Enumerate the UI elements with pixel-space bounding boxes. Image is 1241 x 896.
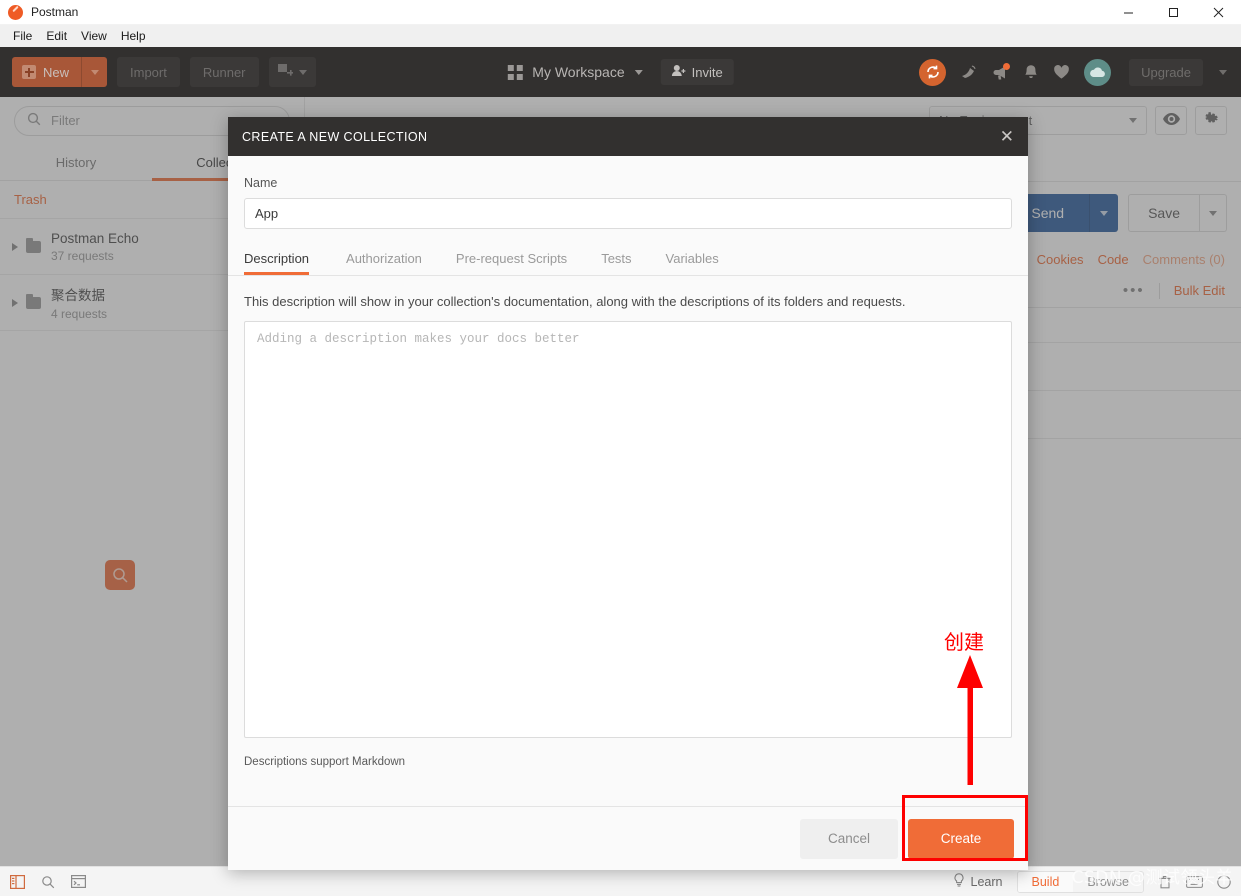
menu-help[interactable]: Help bbox=[114, 27, 153, 45]
new-window-icon bbox=[277, 63, 294, 81]
menu-view[interactable]: View bbox=[74, 27, 114, 45]
close-icon[interactable] bbox=[1196, 0, 1241, 25]
runner-button[interactable]: Runner bbox=[189, 57, 259, 87]
modal-tabs: Description Authorization Pre-request Sc… bbox=[244, 251, 1012, 275]
find-icon[interactable] bbox=[41, 875, 55, 889]
workspace-grid-icon bbox=[507, 64, 523, 80]
create-button[interactable]: Create bbox=[908, 818, 1014, 859]
bulb-icon bbox=[953, 872, 965, 891]
postman-logo-icon bbox=[8, 4, 23, 20]
maximize-icon[interactable] bbox=[1151, 0, 1196, 25]
modal-footer: Cancel Create bbox=[228, 806, 1028, 870]
cancel-button[interactable]: Cancel bbox=[800, 818, 898, 859]
invite-label: Invite bbox=[691, 64, 723, 80]
plus-icon bbox=[22, 65, 36, 79]
window-controls bbox=[1106, 0, 1241, 25]
window-title-bar: Postman bbox=[0, 0, 1241, 25]
heart-icon[interactable] bbox=[1053, 64, 1070, 80]
upgrade-button[interactable]: Upgrade bbox=[1129, 58, 1203, 86]
markdown-note: Descriptions support Markdown bbox=[244, 756, 406, 768]
console-icon[interactable] bbox=[71, 875, 86, 888]
collection-name-input[interactable] bbox=[244, 198, 1012, 229]
new-window-button[interactable] bbox=[268, 57, 316, 87]
watermark: CSDN @测试领头羊 bbox=[1071, 868, 1233, 888]
minimize-icon[interactable] bbox=[1106, 0, 1151, 25]
create-collection-modal: CREATE A NEW COLLECTION ✕ Name Descripti… bbox=[228, 117, 1028, 870]
menu-edit[interactable]: Edit bbox=[39, 27, 74, 45]
invite-button[interactable]: Invite bbox=[660, 59, 734, 85]
chevron-down-icon bbox=[634, 69, 643, 75]
window-title: Postman bbox=[31, 5, 79, 19]
bell-icon[interactable] bbox=[1023, 64, 1039, 81]
menu-bar: File Edit View Help bbox=[0, 25, 1241, 47]
megaphone-icon[interactable] bbox=[992, 62, 1011, 81]
tab-authorization[interactable]: Authorization bbox=[329, 251, 439, 275]
workspace-name: My Workspace bbox=[532, 64, 625, 80]
learn-label: Learn bbox=[970, 874, 1003, 889]
import-button[interactable]: Import bbox=[117, 57, 180, 87]
new-button[interactable]: New bbox=[12, 57, 108, 87]
close-icon[interactable]: ✕ bbox=[1000, 128, 1014, 145]
status-left-icons bbox=[10, 874, 86, 889]
toolbar-right-icons: Upgrade bbox=[919, 58, 1231, 86]
sync-icon[interactable] bbox=[919, 58, 947, 86]
name-label: Name bbox=[244, 176, 278, 190]
description-help-text: This description will show in your colle… bbox=[244, 294, 906, 309]
modal-body: Name Description Authorization Pre-reque… bbox=[228, 156, 1028, 768]
workspace-selector[interactable]: My Workspace Invite bbox=[507, 59, 734, 85]
status-bar: Learn Build Browse bbox=[0, 866, 1241, 896]
invite-person-icon bbox=[671, 64, 686, 80]
new-button-main[interactable]: New bbox=[12, 57, 81, 87]
satellite-icon[interactable] bbox=[960, 63, 978, 81]
postman-app-window: Postman File Edit View Help New Import R… bbox=[0, 0, 1241, 896]
menu-file[interactable]: File bbox=[6, 27, 39, 45]
tab-variables[interactable]: Variables bbox=[649, 251, 736, 275]
notification-dot bbox=[1003, 62, 1011, 70]
tab-description[interactable]: Description bbox=[244, 251, 329, 275]
modal-header: CREATE A NEW COLLECTION ✕ bbox=[228, 117, 1028, 156]
sidebar-toggle-icon[interactable] bbox=[10, 874, 25, 889]
cloud-icon[interactable] bbox=[1084, 58, 1112, 86]
new-button-label: New bbox=[43, 64, 70, 80]
upgrade-chevron-icon[interactable] bbox=[1219, 69, 1227, 75]
build-tab[interactable]: Build bbox=[1017, 871, 1074, 892]
tab-tests[interactable]: Tests bbox=[584, 251, 648, 275]
tab-pre-request-scripts[interactable]: Pre-request Scripts bbox=[439, 251, 584, 275]
learn-button[interactable]: Learn bbox=[953, 872, 1003, 891]
app-toolbar: New Import Runner My Workspace Invite Up… bbox=[0, 47, 1241, 97]
modal-title: CREATE A NEW COLLECTION bbox=[242, 129, 428, 144]
new-dropdown-caret[interactable] bbox=[81, 57, 107, 87]
description-textarea[interactable] bbox=[244, 321, 1012, 738]
